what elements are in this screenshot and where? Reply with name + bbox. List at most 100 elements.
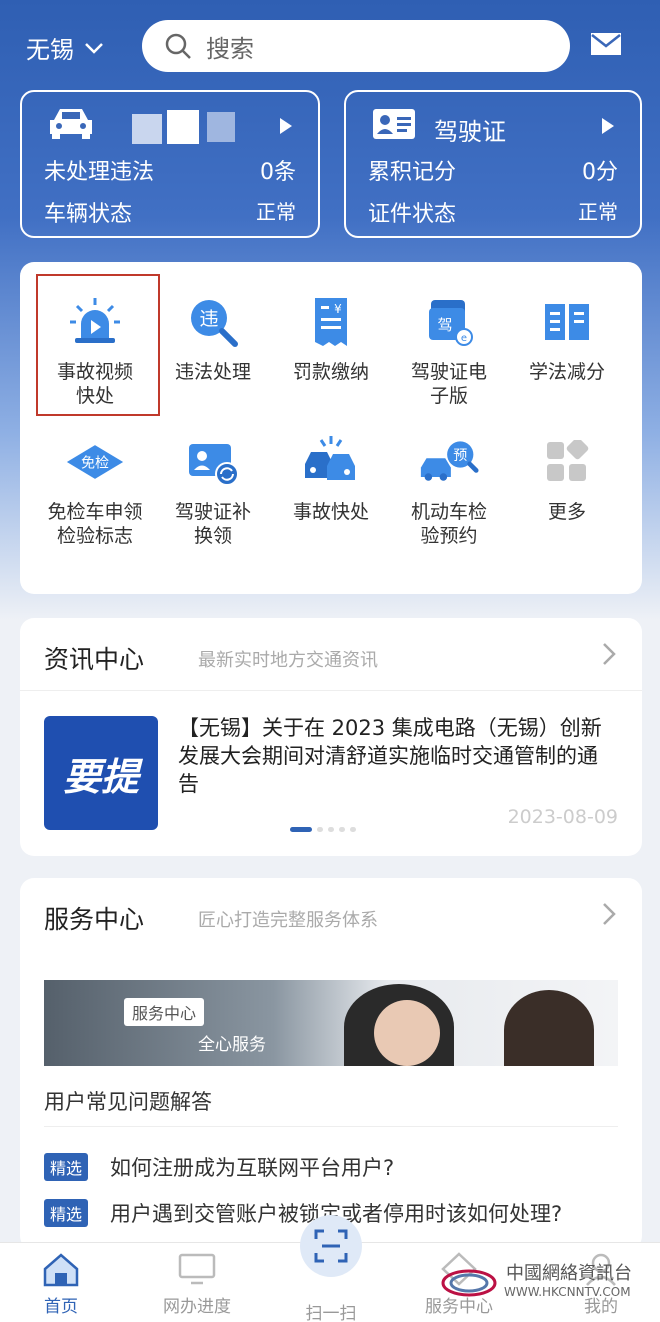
news-title: 资讯中心 xyxy=(44,645,145,674)
city-selector[interactable]: 无锡 xyxy=(26,30,104,65)
service-label: 驾驶证补换领 xyxy=(174,501,251,547)
tab-scan[interactable]: 扫一扫 xyxy=(276,1215,386,1322)
violation-search-icon: 违 xyxy=(191,300,238,347)
service-study-reduce[interactable]: 学法减分 xyxy=(508,292,626,384)
divider xyxy=(20,690,642,691)
search-placeholder: 搜索 xyxy=(206,34,254,63)
license-status-label: 证件状态 xyxy=(368,202,457,227)
more-grid-icon xyxy=(547,440,589,481)
chevron-right-icon[interactable] xyxy=(602,642,616,666)
tab-label: 首页 xyxy=(44,1297,78,1317)
svg-text:驾: 驾 xyxy=(437,316,452,334)
points-value: 0分 xyxy=(582,160,618,185)
accident-icon xyxy=(305,436,355,480)
news-panel: 资讯中心 最新实时地方交通资讯 要提 【无锡】关于在 2023 集成电路（无锡）… xyxy=(20,618,642,856)
banner-text: 全心服务 xyxy=(198,1035,266,1055)
service-label: 事故快处 xyxy=(292,501,369,523)
service-center-panel: 服务中心 匠心打造完整服务体系 服务中心 全心服务 用户常见问题解答 精选 如何… xyxy=(20,878,642,1250)
svg-text:免检: 免检 xyxy=(81,456,109,472)
news-subtitle: 最新实时地方交通资讯 xyxy=(198,650,378,671)
search-input[interactable]: 搜索 xyxy=(142,20,570,72)
search-icon xyxy=(165,33,191,59)
service-label: 违法处理 xyxy=(174,361,251,383)
plate-mask xyxy=(167,110,199,144)
book-icon xyxy=(545,304,589,340)
dot xyxy=(328,827,334,832)
carousel-dots[interactable] xyxy=(290,827,356,832)
dot xyxy=(339,827,345,832)
news-headline[interactable]: 【无锡】关于在 2023 集成电路（无锡）创新发展大会期间对清舒道实施临时交通管… xyxy=(178,714,608,798)
e-license-icon: 驾e xyxy=(429,300,473,346)
license-card[interactable]: 驾驶证 累积记分 0分 证件状态 正常 xyxy=(344,90,642,238)
license-status-value: 正常 xyxy=(578,200,618,224)
service-center-title: 服务中心 xyxy=(44,905,145,934)
tab-progress[interactable]: 网办进度 xyxy=(142,1243,252,1317)
fine-receipt-icon: ¥ xyxy=(315,298,347,346)
featured-tag: 精选 xyxy=(44,1199,89,1227)
service-accident-quick[interactable]: 事故快处 xyxy=(272,432,390,524)
featured-tag: 精选 xyxy=(44,1153,89,1181)
agent-photo xyxy=(374,1000,440,1066)
bottom-tab-bar: 首页 网办进度 扫一扫 服务中心 我的 中國網絡資訊台 WWW.HKCNNTV.… xyxy=(0,1215,660,1322)
scan-icon xyxy=(314,1229,348,1263)
divider xyxy=(44,1126,618,1127)
watermark-url: WWW.HKCNNTV.COM xyxy=(504,1285,631,1299)
service-fine[interactable]: ¥ 罚款缴纳 xyxy=(272,292,390,384)
tab-label: 扫一扫 xyxy=(305,1304,357,1322)
play-arrow-icon xyxy=(602,118,614,134)
service-label: 机动车检验预约 xyxy=(410,501,487,547)
watermark-text: 中國網絡資訊台 xyxy=(506,1263,632,1284)
mail-icon[interactable] xyxy=(590,32,622,56)
service-label: 更多 xyxy=(547,501,586,523)
license-renew-icon xyxy=(189,444,239,486)
service-inspection-booking[interactable]: 预 机动车检验预约 xyxy=(390,432,508,548)
plate-mask xyxy=(207,112,235,142)
service-label: 免检车申领检验标志 xyxy=(47,501,143,547)
play-arrow-icon xyxy=(280,118,292,134)
service-accident-video[interactable]: 事故视频快处 xyxy=(36,292,154,408)
svg-text:¥: ¥ xyxy=(334,302,342,316)
service-license-renew[interactable]: 驾驶证补换领 xyxy=(154,432,272,548)
dot xyxy=(317,827,323,832)
tab-label: 网办进度 xyxy=(163,1297,231,1317)
chevron-right-icon[interactable] xyxy=(602,902,616,926)
violations-value: 0条 xyxy=(260,160,296,185)
faq-item[interactable]: 精选 如何注册成为互联网平台用户? xyxy=(44,1152,394,1182)
license-id-icon xyxy=(373,109,415,139)
service-grid: 事故视频快处 违 违法处理 ¥ 罚款缴纳 驾e 驾驶证电子版 学法减分 免检 免… xyxy=(20,262,642,594)
car-icon xyxy=(50,109,92,139)
exempt-badge-icon: 免检 xyxy=(66,445,124,479)
svg-text:e: e xyxy=(461,333,467,344)
service-center-subtitle: 匠心打造完整服务体系 xyxy=(198,910,378,931)
service-e-license[interactable]: 驾e 驾驶证电子版 xyxy=(390,292,508,408)
top-bar: 无锡 搜索 xyxy=(0,18,660,74)
svg-text:违: 违 xyxy=(199,308,218,330)
svg-text:预: 预 xyxy=(453,448,467,464)
inspection-booking-icon: 预 xyxy=(420,441,479,481)
service-label: 事故视频快处 xyxy=(56,361,133,407)
vehicle-status-value: 正常 xyxy=(256,200,296,224)
news-thumbnail[interactable]: 要提 xyxy=(44,716,158,830)
plate-mask xyxy=(132,114,162,144)
service-banner[interactable]: 服务中心 全心服务 xyxy=(44,980,618,1066)
tab-home[interactable]: 首页 xyxy=(6,1243,116,1317)
service-violation[interactable]: 违 违法处理 xyxy=(154,292,272,384)
faq-question: 如何注册成为互联网平台用户? xyxy=(110,1156,395,1180)
faq-title: 用户常见问题解答 xyxy=(44,1090,212,1114)
vehicle-status-label: 车辆状态 xyxy=(44,202,133,227)
service-label: 罚款缴纳 xyxy=(292,361,369,383)
faq-item[interactable]: 精选 用户遇到交管账户被锁定或者停用时该如何处理? xyxy=(44,1198,562,1228)
scan-button[interactable] xyxy=(300,1215,362,1277)
chevron-down-icon xyxy=(85,42,103,54)
points-label: 累积记分 xyxy=(368,160,457,185)
service-more[interactable]: 更多 xyxy=(508,432,626,524)
agent-photo xyxy=(504,990,594,1066)
watermark: 中國網絡資訊台 WWW.HKCNNTV.COM xyxy=(440,1257,654,1309)
banner-tag: 服务中心 xyxy=(124,998,205,1026)
vehicle-card[interactable]: 未处理违法 0条 车辆状态 正常 xyxy=(20,90,320,238)
service-exempt-inspection[interactable]: 免检 免检车申领检验标志 xyxy=(36,432,154,548)
service-label: 学法减分 xyxy=(528,361,605,383)
alarm-video-icon xyxy=(70,298,120,343)
home-icon xyxy=(43,1253,79,1287)
dot xyxy=(350,827,356,832)
